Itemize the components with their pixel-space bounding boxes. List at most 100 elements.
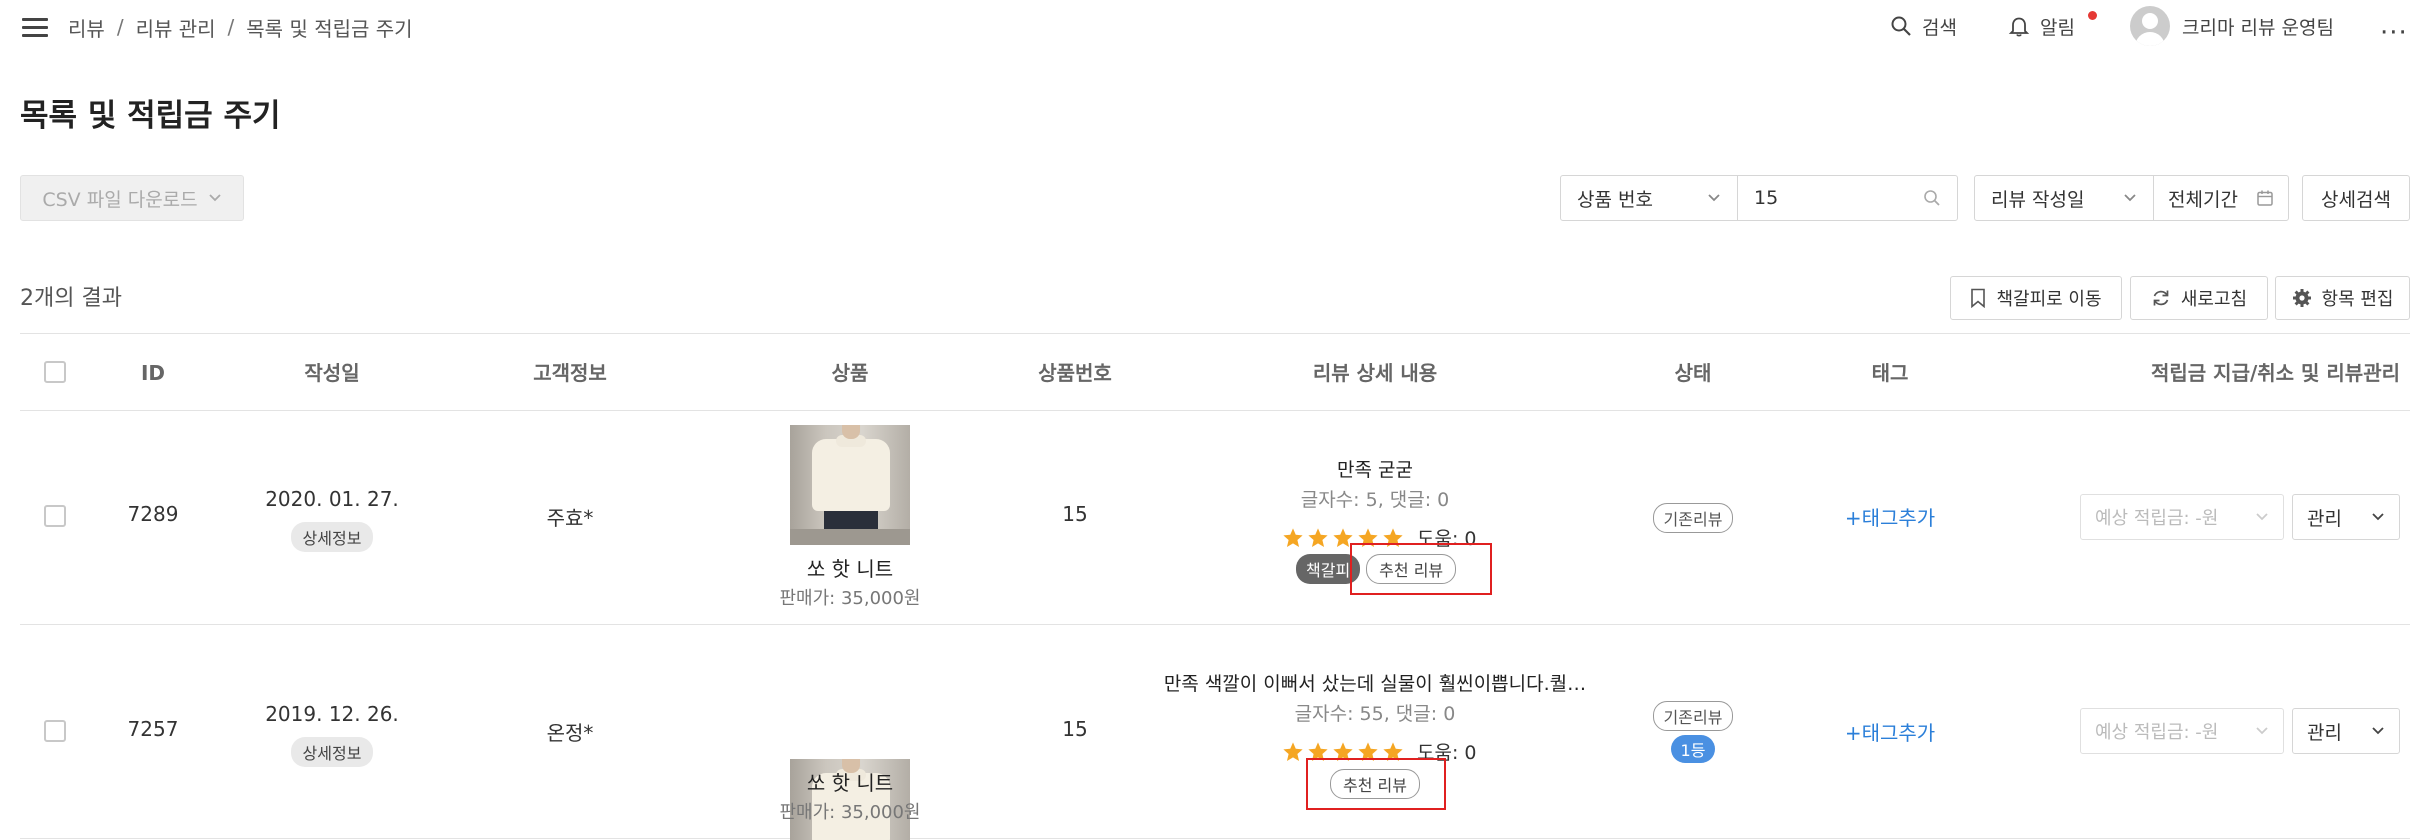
refresh-button[interactable]: 새로고침 xyxy=(2130,276,2268,320)
period-label: 전체기간 xyxy=(2168,188,2238,211)
detail-info-badge[interactable]: 상세정보 xyxy=(290,522,374,552)
bookmark-label: 책갈피로 이동 xyxy=(1996,289,2102,310)
product-number-value: 15 xyxy=(1754,187,1779,209)
header-reward-management: 적립금 지급/취소 및 리뷰관리 xyxy=(2151,361,2400,385)
date-filter-label: 리뷰 작성일 xyxy=(1991,188,2085,211)
breadcrumb-item-review-management[interactable]: 리뷰 관리 xyxy=(136,13,216,42)
row-customer: 주효* xyxy=(546,506,594,530)
header-status: 상태 xyxy=(1674,361,1712,385)
top-search-button[interactable]: 검색 xyxy=(1890,8,1957,44)
advanced-search-button[interactable]: 상세검색 xyxy=(2302,175,2410,221)
top-alert-button[interactable]: 알림 xyxy=(2008,8,2097,44)
expected-reward-select[interactable]: 예상 적립금: -원 xyxy=(2080,494,2284,540)
product-number-input[interactable]: 15 xyxy=(1737,175,1958,221)
row-date: 2019. 12. 26. xyxy=(265,702,399,726)
select-all-checkbox[interactable] xyxy=(44,361,66,383)
go-to-bookmark-button[interactable]: 책갈피로 이동 xyxy=(1950,276,2122,320)
review-title[interactable]: 만족 색깔이 이뻐서 샀는데 실물이 훨씬이쁩니다.퀄… xyxy=(1135,669,1615,696)
manage-label: 관리 xyxy=(2307,721,2342,744)
add-tag-link[interactable]: +태그추가 xyxy=(1840,717,1940,746)
product-name[interactable]: 쏘 핫 니트 xyxy=(750,553,950,582)
star-icon xyxy=(1283,741,1303,761)
product-filter-select[interactable]: 상품 번호 xyxy=(1560,175,1738,221)
product-thumbnail[interactable] xyxy=(790,425,910,545)
search-icon xyxy=(1891,16,1911,36)
search-icon[interactable] xyxy=(1923,189,1941,207)
csv-download-button[interactable]: CSV 파일 다운로드 xyxy=(20,175,244,221)
manage-label: 관리 xyxy=(2307,507,2342,530)
row-divider xyxy=(20,838,2410,839)
status-badge: 기존리뷰 xyxy=(1652,503,1734,533)
manage-dropdown[interactable]: 관리 xyxy=(2292,494,2400,540)
header-review-detail: 리뷰 상세 내용 xyxy=(1312,361,1438,385)
row-checkbox[interactable] xyxy=(44,505,66,527)
edit-columns-label: 항목 편집 xyxy=(2321,289,2394,310)
date-filter-select[interactable]: 리뷰 작성일 xyxy=(1974,175,2154,221)
alert-label: 알림 xyxy=(2040,16,2075,39)
header-tag: 태그 xyxy=(1871,361,1909,385)
gear-icon xyxy=(2292,289,2311,307)
row-id: 7289 xyxy=(127,502,179,526)
chevron-down-icon xyxy=(1708,194,1720,202)
review-title[interactable]: 만족 굳굳 xyxy=(1225,455,1525,482)
edit-columns-button[interactable]: 항목 편집 xyxy=(2275,276,2410,320)
row-checkbox[interactable] xyxy=(44,720,66,742)
header-product-number: 상품번호 xyxy=(1038,361,1112,385)
add-tag-link[interactable]: +태그추가 xyxy=(1840,502,1940,531)
table-top-border xyxy=(20,333,2410,334)
table-header-border xyxy=(20,410,2410,411)
header-id[interactable]: ID xyxy=(100,358,206,388)
chevron-down-icon xyxy=(2372,727,2384,735)
expected-reward-select[interactable]: 예상 적립금: -원 xyxy=(2080,708,2284,754)
star-icon xyxy=(1283,527,1303,547)
calendar-icon xyxy=(2257,190,2273,206)
row-id: 7257 xyxy=(127,717,179,741)
detail-info-badge[interactable]: 상세정보 xyxy=(290,737,374,767)
header-date[interactable]: 작성일 xyxy=(232,358,432,388)
manage-dropdown[interactable]: 관리 xyxy=(2292,708,2400,754)
highlight-box xyxy=(1350,543,1492,595)
row-customer: 온정* xyxy=(546,721,594,745)
search-label: 검색 xyxy=(1922,16,1957,39)
csv-download-label: CSV 파일 다운로드 xyxy=(42,188,198,211)
bell-icon xyxy=(2008,17,2030,37)
period-picker[interactable]: 전체기간 xyxy=(2153,175,2289,221)
breadcrumb-separator: / xyxy=(116,15,124,39)
user-menu[interactable]: 크리마 리뷰 운영팀 xyxy=(2130,6,2334,46)
breadcrumb-item-reviews[interactable]: 리뷰 xyxy=(68,13,105,42)
product-filter-label: 상품 번호 xyxy=(1577,188,1653,211)
expected-reward-label: 예상 적립금: -원 xyxy=(2095,722,2219,743)
header-product: 상품 xyxy=(831,361,869,385)
hamburger-icon[interactable] xyxy=(22,18,48,38)
status-badge: 기존리뷰 xyxy=(1652,701,1734,731)
page-title: 목록 및 적립금 주기 xyxy=(20,98,281,134)
user-name: 크리마 리뷰 운영팀 xyxy=(2182,16,2334,39)
bookmark-icon xyxy=(1971,288,1986,308)
refresh-label: 새로고침 xyxy=(2180,289,2248,310)
product-name[interactable]: 쏘 핫 니트 xyxy=(750,767,950,796)
chevron-down-icon xyxy=(2124,194,2136,202)
rank-badge: 1등 xyxy=(1670,735,1716,763)
refresh-icon xyxy=(2153,290,2169,306)
row-date: 2020. 01. 27. xyxy=(265,487,399,511)
star-icon xyxy=(1308,527,1328,547)
expected-reward-label: 예상 적립금: -원 xyxy=(2095,508,2219,529)
row-product-number: 15 xyxy=(1062,502,1088,526)
row-divider xyxy=(20,624,2410,625)
breadcrumb-item-current: 목록 및 적립금 주기 xyxy=(246,16,413,41)
product-price: 판매가: 35,000원 xyxy=(779,588,921,609)
more-menu-icon[interactable]: ··· xyxy=(2380,18,2408,48)
chevron-down-icon xyxy=(2256,513,2268,521)
chevron-down-icon xyxy=(2372,513,2384,521)
alert-dot xyxy=(2088,11,2097,20)
chevron-down-icon xyxy=(209,194,221,202)
chevron-down-icon xyxy=(2256,727,2268,735)
breadcrumb: 리뷰 / 리뷰 관리 / 목록 및 적립금 주기 xyxy=(68,12,413,42)
header-customer: 고객정보 xyxy=(533,361,607,385)
row-product-number: 15 xyxy=(1062,717,1088,741)
product-price: 판매가: 35,000원 xyxy=(779,802,921,823)
result-count: 2개의 결과 xyxy=(20,286,122,311)
avatar xyxy=(2130,6,2170,46)
breadcrumb-separator: / xyxy=(227,15,235,39)
review-meta: 글자수: 5, 댓글: 0 xyxy=(1300,489,1450,511)
